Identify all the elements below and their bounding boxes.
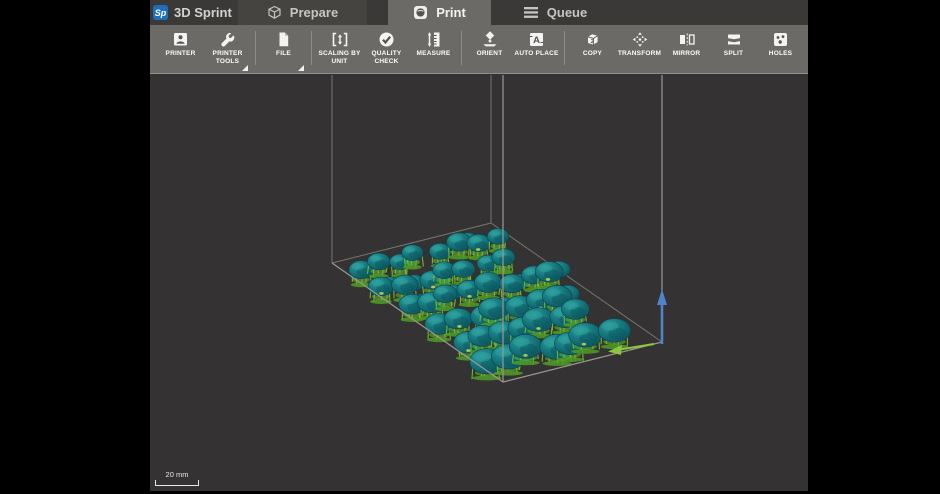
toolbar-divider [311, 31, 312, 65]
transform-icon [631, 30, 649, 48]
toolbar-button-printer[interactable]: PRINTER [157, 25, 204, 73]
app-title: 3D Sprint [174, 5, 232, 20]
toolbar-button-printer-tools[interactable]: PRINTER TOOLS [204, 25, 251, 73]
holes-icon [772, 30, 789, 48]
toolbar-button-label: SCALING BY UNIT [318, 50, 361, 66]
app-window: Sp 3D Sprint Prepare Print Queue PRINTER PR… [150, 0, 808, 491]
toolbar-button-label: COPY [582, 50, 603, 57]
split-icon [725, 30, 743, 48]
toolbar-button-orient[interactable]: ORIENT [466, 25, 513, 73]
toolbar-button-label: HOLES [768, 50, 793, 57]
toolbar-button-label: TRANSFORM [617, 50, 662, 57]
toolbar-button-label: AUTO PLACE [514, 50, 559, 57]
app-brand: Sp 3D Sprint [150, 0, 238, 25]
sphere-icon [413, 5, 428, 20]
3d-scene-canvas[interactable] [150, 74, 808, 491]
tab-queue[interactable]: Queue [496, 0, 614, 25]
tab-prepare[interactable]: Prepare [238, 0, 367, 25]
dropdown-corner-icon [298, 65, 304, 71]
toolbar-button-quality-check[interactable]: QUALITY CHECK [363, 25, 410, 73]
toolbar-button-label: ORIENT [476, 50, 503, 57]
auto-place-icon: A [528, 30, 545, 48]
toolbar-button-label: SPLIT [723, 50, 744, 57]
toolbar-button-label: QUALITY CHECK [371, 50, 402, 66]
viewport[interactable]: 20 mm [150, 74, 808, 491]
cube-icon [267, 5, 282, 20]
toolbar-button-auto-place[interactable]: A AUTO PLACE [513, 25, 560, 73]
scale-bar-bracket-icon [155, 480, 199, 486]
toolbar-button-holes[interactable]: HOLES [757, 25, 804, 73]
tab-label: Print [436, 5, 466, 20]
z-axis-arrow[interactable] [657, 289, 667, 344]
wrench-icon [219, 30, 236, 48]
app-logo-icon: Sp [153, 5, 168, 20]
toolbar-button-transform[interactable]: TRANSFORM [616, 25, 663, 73]
toolbar-button-label: MEASURE [416, 50, 451, 57]
toolbar-button-split[interactable]: SPLIT [710, 25, 757, 73]
measure-icon [425, 30, 442, 48]
tab-label: Queue [546, 5, 588, 20]
toolbar-button-file[interactable]: FILE [260, 25, 307, 73]
toolbar-divider [564, 31, 565, 65]
toolbar-divider [461, 31, 462, 65]
copy-icon: 2 [584, 30, 602, 48]
dental-model[interactable] [401, 244, 424, 270]
quality-check-icon [378, 30, 395, 48]
file-icon [275, 30, 292, 48]
printer-icon [172, 30, 189, 48]
dropdown-corner-icon [242, 65, 248, 71]
svg-text:A: A [533, 35, 540, 46]
svg-text:2: 2 [590, 38, 593, 44]
scale-bar-label: 20 mm [165, 470, 189, 479]
tab-label: Prepare [289, 5, 339, 20]
toolbar-button-scaling-by-unit[interactable]: SCALING BY UNIT [316, 25, 363, 73]
toolbar-button-label: MIRROR [672, 50, 701, 57]
toolbar: PRINTER PRINTER TOOLS FILE SCALING BY UNIT Q… [150, 25, 808, 74]
scale-bar: 20 mm [155, 470, 199, 486]
tab-print[interactable]: Print [388, 0, 491, 25]
menu-icon [523, 6, 539, 19]
orient-icon [481, 30, 499, 48]
toolbar-button-mirror[interactable]: MIRROR [663, 25, 710, 73]
toolbar-button-label: FILE [276, 50, 291, 57]
header-tabs: Prepare Print Queue [238, 0, 808, 25]
toolbar-divider [255, 31, 256, 65]
toolbar-button-copy[interactable]: 2 COPY [569, 25, 616, 73]
mirror-icon [678, 30, 696, 48]
toolbar-button-measure[interactable]: MEASURE [410, 25, 457, 73]
title-bar: Sp 3D Sprint Prepare Print Queue [150, 0, 808, 25]
scaling-icon [331, 30, 349, 48]
dental-model[interactable] [597, 318, 631, 350]
toolbar-button-label: PRINTER [165, 50, 196, 57]
